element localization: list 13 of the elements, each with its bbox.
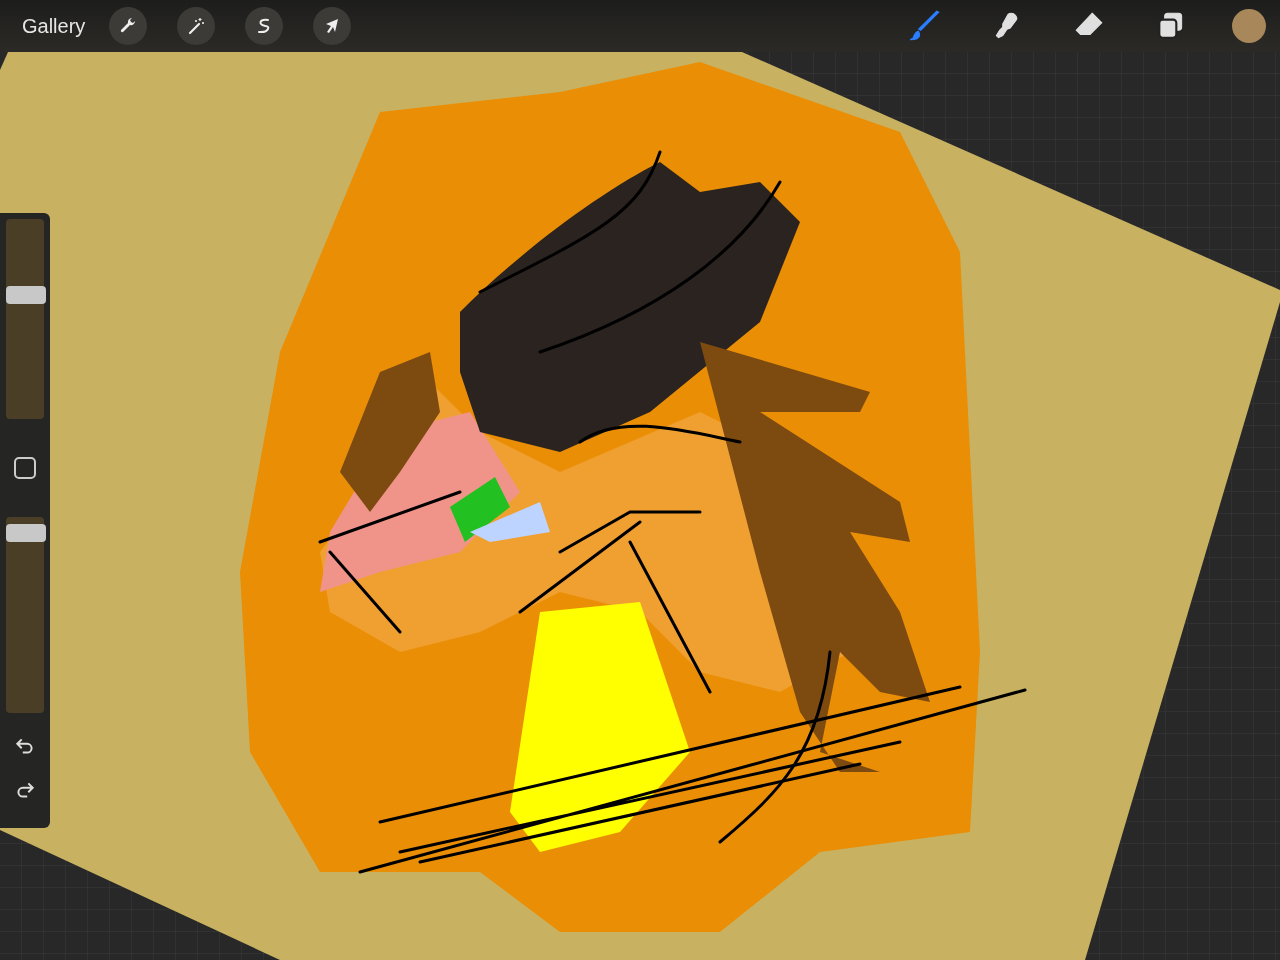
color-swatch[interactable] [1232,9,1266,43]
brush-size-slider[interactable] [6,219,44,419]
transform-button[interactable] [313,7,352,45]
modify-button[interactable] [14,457,36,479]
opacity-thumb[interactable] [6,524,46,543]
brush-size-thumb[interactable] [6,286,46,305]
gallery-button[interactable]: Gallery [10,10,98,42]
wand-button[interactable] [177,7,216,45]
opacity-slider[interactable] [6,517,44,713]
wand-icon [186,16,207,36]
wrench-button[interactable] [109,7,148,45]
selection-button[interactable] [245,7,284,45]
brush-tool-button[interactable] [908,9,942,43]
